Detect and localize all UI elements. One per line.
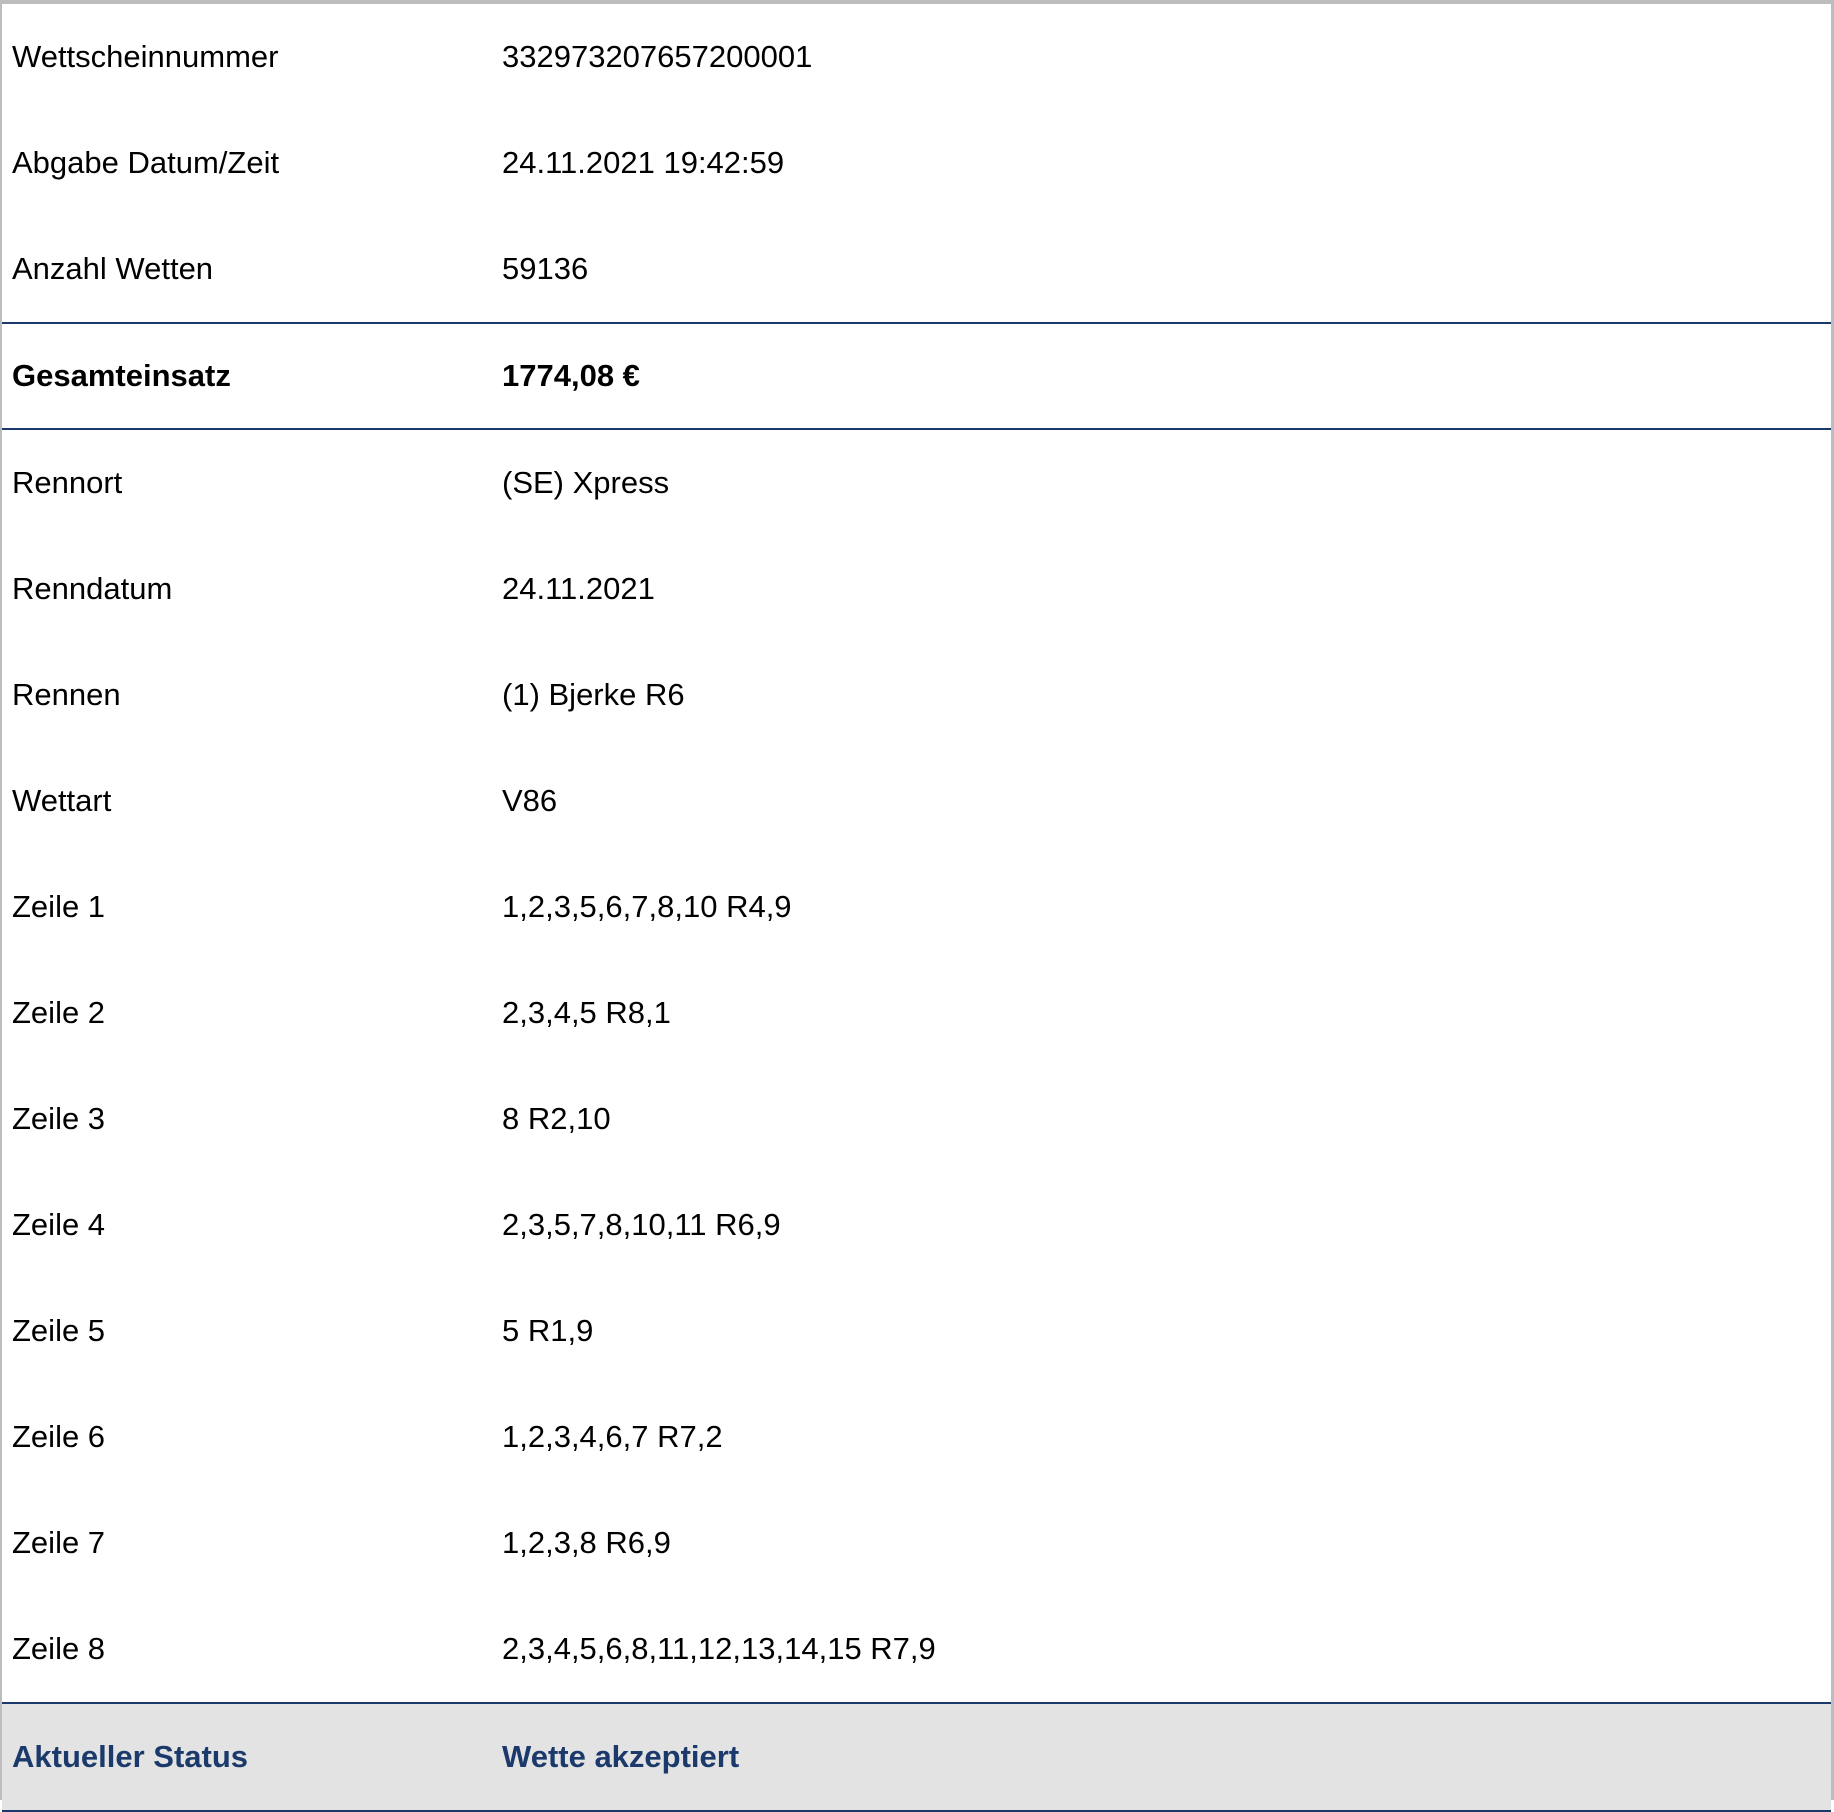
row-value: V86 <box>502 783 558 818</box>
row-anzahl-wetten: Anzahl Wetten 59136 <box>2 216 1831 322</box>
row-rennort: Rennort (SE) Xpress <box>2 430 1831 536</box>
row-label: Zeile 5 <box>12 1313 106 1348</box>
row-zeile-4: Zeile 4 2,3,5,7,8,10,11 R6,9 <box>2 1172 1831 1278</box>
row-label: Zeile 2 <box>12 995 106 1030</box>
row-rennen: Rennen (1) Bjerke R6 <box>2 642 1831 748</box>
row-value: 1,2,3,5,6,7,8,10 R4,9 <box>502 889 792 924</box>
row-zeile-8: Zeile 8 2,3,4,5,6,8,11,12,13,14,15 R7,9 <box>2 1596 1831 1702</box>
row-renndatum: Renndatum 24.11.2021 <box>2 536 1831 642</box>
row-value: 24.11.2021 19:42:59 <box>502 145 785 180</box>
row-label: Wettscheinnummer <box>12 39 279 74</box>
row-label: Abgabe Datum/Zeit <box>12 145 280 180</box>
row-label: Rennen <box>12 677 121 712</box>
row-value: 1,2,3,8 R6,9 <box>502 1525 671 1560</box>
row-label: Rennort <box>12 465 123 500</box>
row-value: 8 R2,10 <box>502 1101 611 1136</box>
row-value: 332973207657200001 <box>502 39 813 74</box>
row-label: Zeile 7 <box>12 1525 106 1560</box>
row-value: (1) Bjerke R6 <box>502 677 685 712</box>
status-value: Wette akzeptiert <box>502 1739 740 1774</box>
row-value: (SE) Xpress <box>502 465 670 500</box>
row-label: Zeile 8 <box>12 1631 106 1666</box>
row-value: 59136 <box>502 251 589 286</box>
status-label: Aktueller Status <box>12 1739 249 1774</box>
row-value: 24.11.2021 <box>502 571 655 606</box>
row-label: Zeile 1 <box>12 889 106 924</box>
row-zeile-1: Zeile 1 1,2,3,5,6,7,8,10 R4,9 <box>2 854 1831 960</box>
row-abgabe-datum-zeit: Abgabe Datum/Zeit 24.11.2021 19:42:59 <box>2 110 1831 216</box>
row-gesamteinsatz: Gesamteinsatz 1774,08 € <box>2 322 1831 430</box>
row-value: 5 R1,9 <box>502 1313 594 1348</box>
total-label: Gesamteinsatz <box>12 358 231 393</box>
row-label: Wettart <box>12 783 112 818</box>
row-label: Zeile 6 <box>12 1419 106 1454</box>
row-wettscheinnummer: Wettscheinnummer 332973207657200001 <box>2 4 1831 110</box>
bet-ticket-details: Wettscheinnummer 332973207657200001 Abga… <box>0 0 1834 1812</box>
row-wettart: Wettart V86 <box>2 748 1831 854</box>
row-zeile-5: Zeile 5 5 R1,9 <box>2 1278 1831 1384</box>
total-value: 1774,08 € <box>502 358 640 393</box>
row-label: Renndatum <box>12 571 173 606</box>
row-zeile-6: Zeile 6 1,2,3,4,6,7 R7,2 <box>2 1384 1831 1490</box>
row-zeile-2: Zeile 2 2,3,4,5 R8,1 <box>2 960 1831 1066</box>
row-label: Zeile 3 <box>12 1101 106 1136</box>
row-value: 2,3,4,5,6,8,11,12,13,14,15 R7,9 <box>502 1631 936 1666</box>
row-zeile-3: Zeile 3 8 R2,10 <box>2 1066 1831 1172</box>
row-label: Anzahl Wetten <box>12 251 214 286</box>
row-value: 2,3,4,5 R8,1 <box>502 995 671 1030</box>
row-value: 1,2,3,4,6,7 R7,2 <box>502 1419 723 1454</box>
row-label: Zeile 4 <box>12 1207 106 1242</box>
row-aktueller-status: Aktueller Status Wette akzeptiert <box>2 1702 1831 1812</box>
row-value: 2,3,5,7,8,10,11 R6,9 <box>502 1207 781 1242</box>
row-zeile-7: Zeile 7 1,2,3,8 R6,9 <box>2 1490 1831 1596</box>
